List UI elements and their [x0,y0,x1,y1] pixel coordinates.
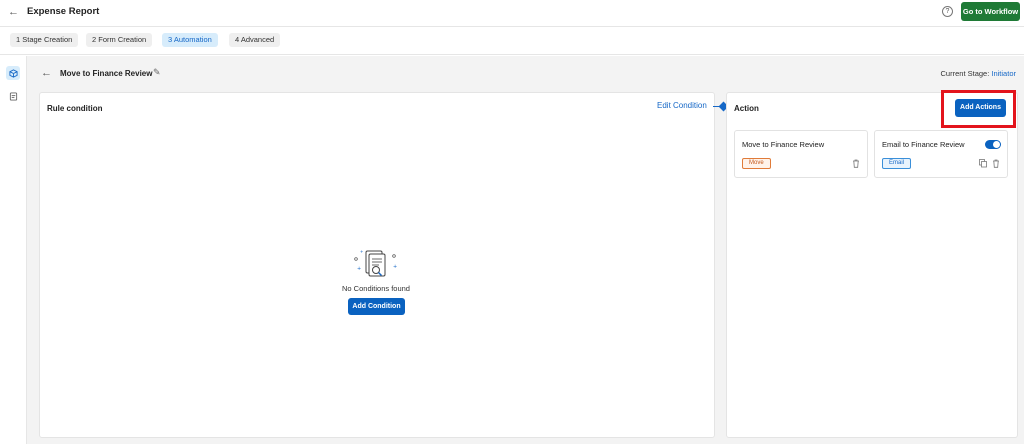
svg-text:+: + [357,266,361,272]
form-icon[interactable] [6,89,20,103]
back-arrow-icon[interactable]: ← [8,6,19,18]
add-condition-button[interactable]: Add Condition [348,298,405,315]
no-conditions-text: No Conditions found [342,284,410,293]
trash-icon[interactable] [992,159,1000,168]
rule-condition-title: Rule condition [47,104,103,113]
step-stage-creation[interactable]: 1 Stage Creation [10,33,79,47]
back-arrow-icon[interactable]: ← [41,67,52,79]
step-form-creation[interactable]: 2 Form Creation [86,33,153,47]
email-tag: Email [882,158,912,169]
left-rail [0,56,27,444]
action-card-title: Email to Finance Review [882,140,965,149]
current-stage: Current Stage: Initiator [941,69,1016,78]
highlight-box [941,90,1016,128]
action-card-email[interactable]: Email to Finance Review Email [874,130,1008,178]
go-to-workflow-button[interactable]: Go to Workflow [961,2,1020,21]
top-bar: ← Expense Report ? Go to Workflow [0,0,1024,27]
move-tag: Move [742,158,771,169]
toggle-knob [993,141,1000,148]
action-title: Action [734,104,759,113]
svg-text:+: + [360,249,363,254]
current-stage-value: Initiator [991,69,1016,78]
action-card-move[interactable]: Move to Finance Review Move [734,130,868,178]
cube-icon[interactable] [6,66,20,80]
trash-icon[interactable] [852,159,860,168]
help-icon[interactable]: ? [942,6,953,17]
steps-bar: 1 Stage Creation 2 Form Creation 3 Autom… [0,27,1024,55]
edit-pencil-icon[interactable]: ✎ [153,67,161,78]
step-automation[interactable]: 3 Automation [162,33,218,47]
edit-condition-link[interactable]: Edit Condition [657,101,707,110]
page-title: Expense Report [27,6,100,17]
rule-name: Move to Finance Review [60,69,153,78]
empty-document-search-icon: + + + [354,249,397,277]
copy-icon[interactable] [979,159,987,168]
svg-text:+: + [393,264,397,270]
step-advanced[interactable]: 4 Advanced [229,33,281,47]
enable-toggle[interactable] [985,140,1001,149]
action-card-title: Move to Finance Review [742,140,825,149]
current-stage-label: Current Stage: [940,69,990,78]
